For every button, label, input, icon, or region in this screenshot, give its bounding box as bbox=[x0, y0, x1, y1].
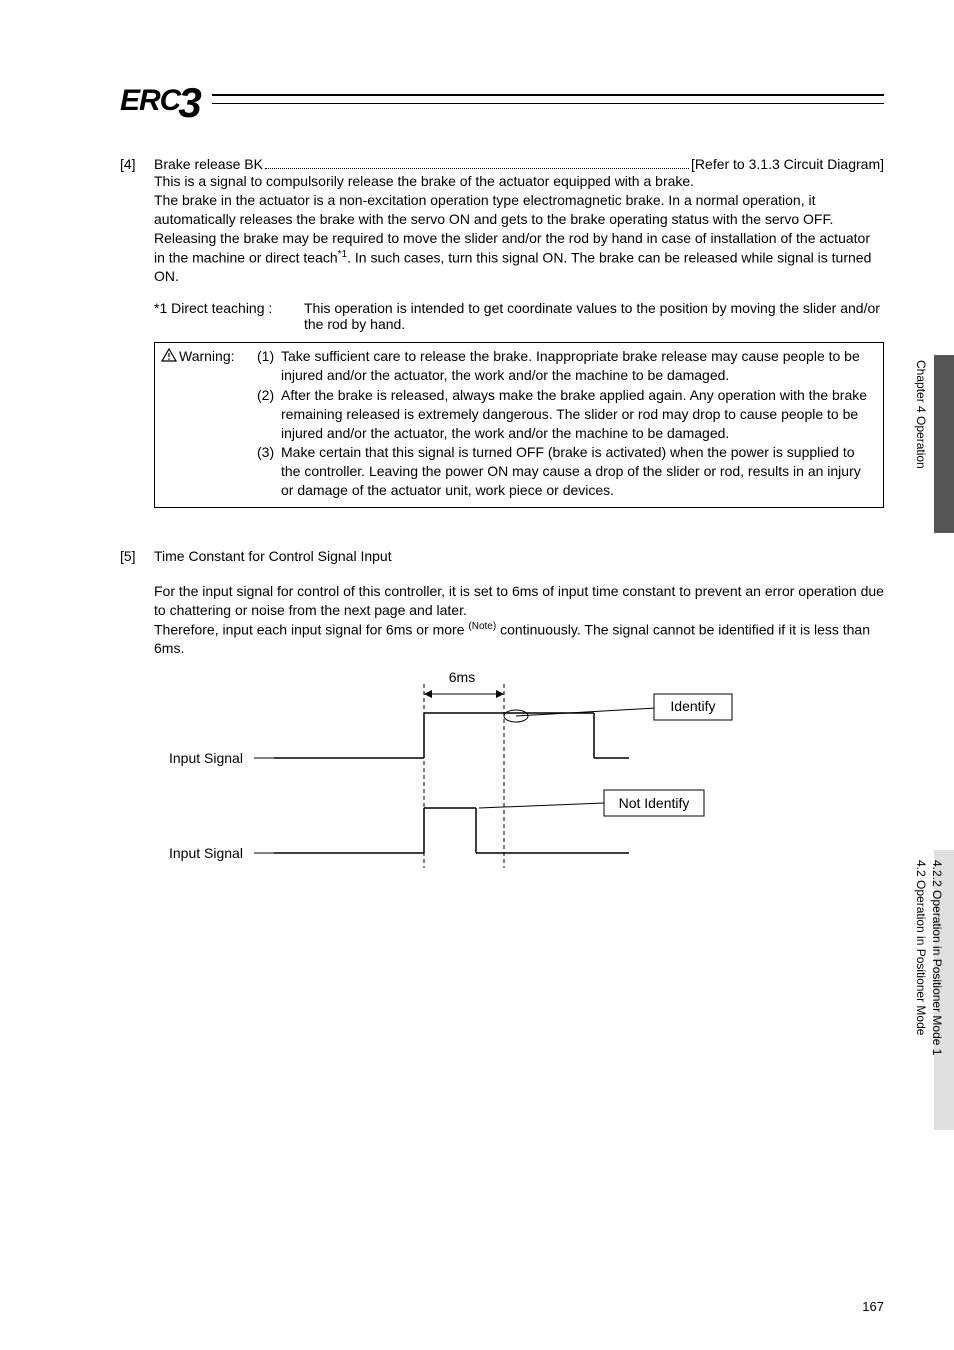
section-4-footnote: *1 Direct teaching : This operation is i… bbox=[154, 300, 884, 332]
page-header: ERC 3 bbox=[120, 80, 884, 116]
logo-digit: 3 bbox=[178, 86, 201, 120]
tab-section-42: 4.2 Operation in Positioner Mode bbox=[914, 860, 928, 1035]
page-number: 167 bbox=[862, 1299, 884, 1314]
warning-item-3-num: (3) bbox=[257, 443, 281, 500]
section-5-body: For the input signal for control of this… bbox=[154, 582, 884, 658]
section-4: [4] Brake release BK [Refer to 3.1.3 Cir… bbox=[120, 156, 884, 508]
section-5: [5] Time Constant for Control Signal Inp… bbox=[120, 548, 884, 878]
section-5-body-line2a: Therefore, input each input signal for 6… bbox=[154, 622, 468, 638]
side-tabs: Chapter 4 Operation 4.2 Operation in Pos… bbox=[904, 0, 954, 1350]
diagram-input-signal-2: Input Signal bbox=[169, 845, 243, 861]
header-rule bbox=[212, 94, 884, 104]
section-4-title-left: Brake release BK bbox=[154, 156, 263, 172]
warning-item-1-num: (1) bbox=[257, 347, 281, 385]
tab-section-422: 4.2.2 Operation in Positioner Mode 1 bbox=[930, 860, 944, 1055]
tab-chapter: Chapter 4 Operation bbox=[914, 360, 928, 469]
warning-item-1-text: Take sufficient care to release the brak… bbox=[281, 347, 875, 385]
section-4-title-right: [Refer to 3.1.3 Circuit Diagram] bbox=[691, 156, 884, 172]
warning-label-text: Warning: bbox=[179, 347, 235, 366]
warning-item-3: (3) Make certain that this signal is tur… bbox=[257, 443, 875, 500]
section-5-body-line1: For the input signal for control of this… bbox=[154, 582, 884, 620]
footnote-body: This operation is intended to get coordi… bbox=[304, 300, 884, 332]
footnote-label: *1 Direct teaching : bbox=[154, 300, 304, 332]
tab-dark-marker bbox=[934, 355, 954, 533]
warning-item-1: (1) Take sufficient care to release the … bbox=[257, 347, 875, 385]
warning-item-3-text: Make certain that this signal is turned … bbox=[281, 443, 875, 500]
section-5-num: [5] bbox=[120, 548, 154, 564]
diagram-input-signal-1: Input Signal bbox=[169, 750, 243, 766]
section-4-num: [4] bbox=[120, 156, 154, 172]
section-4-sup: *1 bbox=[338, 249, 347, 260]
section-5-title: Time Constant for Control Signal Input bbox=[154, 548, 392, 564]
section-4-dotted-leader bbox=[265, 168, 689, 169]
diagram-6ms-label: 6ms bbox=[449, 669, 475, 685]
logo: ERC 3 bbox=[120, 80, 202, 116]
warning-items: (1) Take sufficient care to release the … bbox=[257, 347, 875, 501]
warning-item-2: (2) After the brake is released, always … bbox=[257, 386, 875, 443]
warning-icon bbox=[161, 348, 177, 362]
warning-item-2-text: After the brake is released, always make… bbox=[281, 386, 875, 443]
diagram-identify-label: Identify bbox=[670, 698, 715, 714]
diagram-not-identify-label: Not Identify bbox=[619, 795, 690, 811]
warning-item-2-num: (2) bbox=[257, 386, 281, 443]
logo-text: ERC bbox=[120, 86, 180, 116]
timing-diagram: 6ms bbox=[154, 668, 884, 878]
section-4-body: This is a signal to compulsorily release… bbox=[154, 172, 884, 286]
warning-label: Warning: bbox=[161, 347, 257, 501]
section-5-body-sup: (Note) bbox=[468, 621, 496, 632]
warning-box: Warning: (1) Take sufficient care to rel… bbox=[154, 342, 884, 508]
